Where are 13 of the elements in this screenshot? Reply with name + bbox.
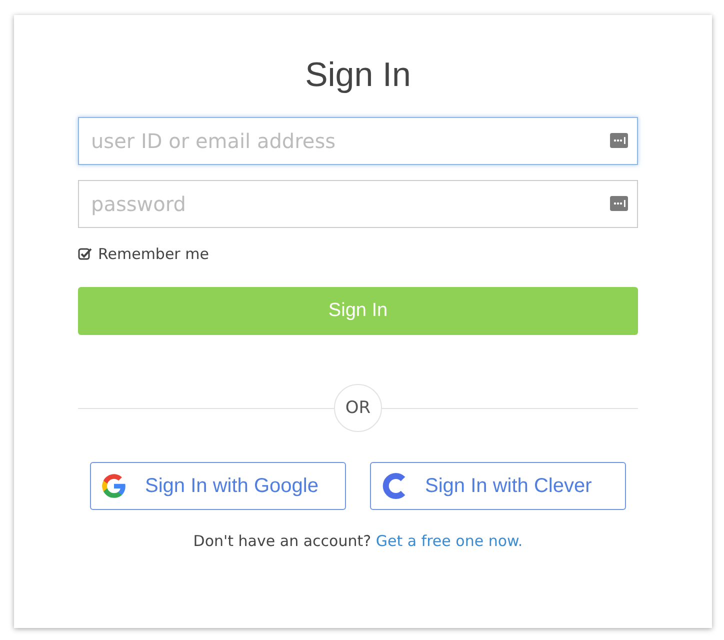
social-sign-in-button[interactable]: Sign In with Google	[90, 462, 346, 510]
password-manager-icon[interactable]	[610, 133, 628, 148]
checkbox[interactable]	[78, 247, 92, 261]
input-field[interactable]: user ID or email address	[78, 117, 638, 165]
input-field[interactable]: password	[78, 180, 638, 228]
sign-up-prompt: Don't have an account? Get a free one now.	[192, 532, 524, 550]
sign-up-link[interactable]: Get a free one now.	[376, 532, 523, 550]
social-sign-in-button[interactable]: Sign In with Clever	[370, 462, 626, 510]
password-manager-icon[interactable]	[610, 196, 628, 211]
c-logo-icon	[381, 472, 407, 500]
g-logo-icon	[101, 473, 127, 499]
remember-label: Remember me	[98, 245, 209, 263]
page-title: Sign In	[304, 55, 412, 96]
